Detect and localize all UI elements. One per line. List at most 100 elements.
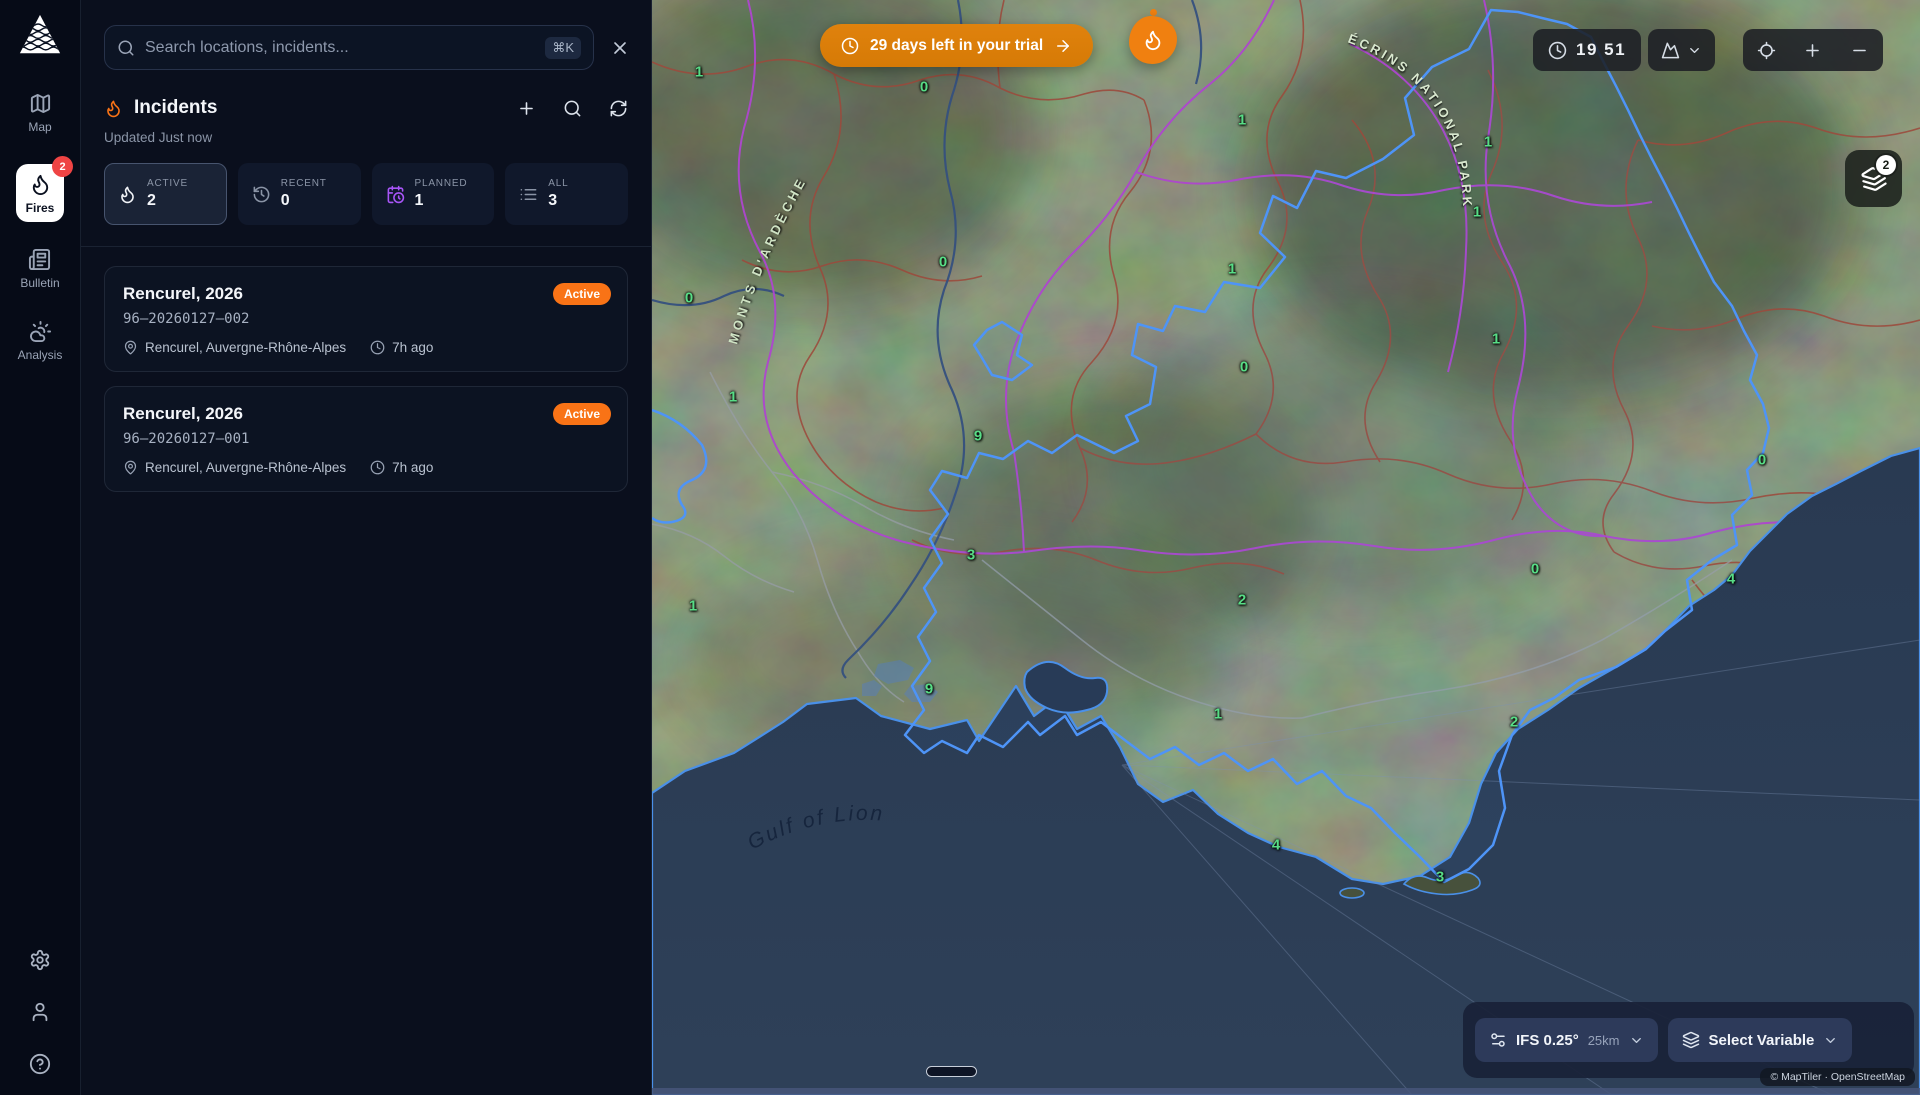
drag-handle[interactable]: [926, 1066, 977, 1077]
incident-list: Rencurel, 2026 96–20260127–002 Rencurel,…: [81, 247, 651, 511]
forecast-panel: IFS 0.25° 25km Select Variable: [1463, 1002, 1914, 1078]
map-zoom-controls: [1743, 29, 1883, 71]
tab-planned[interactable]: PLANNED 1: [372, 163, 495, 225]
filter-count: 2: [147, 192, 188, 210]
search-icon: [117, 39, 135, 57]
map-cluster-marker[interactable]: 3: [1436, 869, 1444, 886]
mountain-icon: [1661, 41, 1680, 60]
map-cluster-marker[interactable]: 4: [1727, 571, 1735, 588]
layers-button[interactable]: 2: [1845, 150, 1902, 207]
tab-active[interactable]: ACTIVE 2: [104, 163, 227, 225]
zoom-in-button[interactable]: [1796, 33, 1830, 67]
incident-time: 7h ago: [392, 460, 433, 475]
keyboard-shortcut: ⌘K: [545, 37, 581, 59]
nav-label: Analysis: [18, 348, 63, 362]
nav-label: Map: [28, 120, 51, 134]
map-cluster-marker[interactable]: 0: [920, 79, 928, 96]
map-style-selector[interactable]: [1648, 29, 1715, 71]
map-attribution[interactable]: © MapTiler · OpenStreetMap: [1760, 1068, 1915, 1086]
map-cluster-marker[interactable]: 1: [1473, 204, 1481, 221]
map-cluster-marker[interactable]: 3: [967, 547, 975, 564]
map-cluster-marker[interactable]: 0: [685, 290, 693, 307]
locate-button[interactable]: [1749, 33, 1783, 67]
map-cluster-marker[interactable]: 1: [689, 598, 697, 615]
map-cluster-marker[interactable]: 0: [939, 254, 947, 271]
app-logo[interactable]: [17, 12, 63, 58]
incident-card[interactable]: Rencurel, 2026 96–20260127–002 Rencurel,…: [104, 266, 628, 372]
map-cluster-marker[interactable]: 2: [1238, 592, 1246, 609]
incident-id: 96–20260127–002: [123, 311, 609, 327]
variable-label: Select Variable: [1709, 1032, 1815, 1049]
map-cluster-marker[interactable]: 1: [1228, 261, 1236, 278]
incident-id: 96–20260127–001: [123, 431, 609, 447]
map-cluster-marker[interactable]: 0: [1531, 561, 1539, 578]
filter-count: 1: [415, 192, 468, 210]
map-cluster-marker[interactable]: 4: [1272, 837, 1280, 854]
plus-icon: [1803, 41, 1822, 60]
zoom-out-button[interactable]: [1843, 33, 1877, 67]
map-icon: [29, 92, 52, 115]
chevron-down-icon: [1629, 1033, 1644, 1048]
search-box[interactable]: ⌘K: [104, 25, 594, 70]
filter-label: RECENT: [281, 178, 327, 189]
status-badge: Active: [553, 403, 611, 425]
minus-icon: [1850, 41, 1869, 60]
rail-bottom: [29, 949, 51, 1075]
layers-icon: [1682, 1031, 1700, 1049]
flame-icon: [118, 185, 137, 204]
sidebar-item-map[interactable]: Map: [28, 92, 51, 134]
time-value: 19 51: [1576, 40, 1626, 60]
variable-selector[interactable]: Select Variable: [1668, 1018, 1853, 1062]
incident-title: Rencurel, 2026: [123, 284, 609, 304]
calendar-clock-icon: [386, 185, 405, 204]
map-cluster-marker[interactable]: 1: [1238, 112, 1246, 129]
incident-card[interactable]: Rencurel, 2026 96–20260127–001 Rencurel,…: [104, 386, 628, 492]
search-input[interactable]: [145, 39, 535, 57]
map-cluster-marker[interactable]: 9: [974, 428, 982, 445]
newspaper-icon: [28, 248, 51, 271]
incident-time: 7h ago: [392, 340, 433, 355]
map-cluster-marker[interactable]: 1: [1484, 134, 1492, 151]
map-cluster-marker[interactable]: 0: [1758, 452, 1766, 469]
map-cluster-marker[interactable]: 1: [1214, 706, 1222, 723]
map-cluster-marker[interactable]: 0: [1240, 359, 1248, 376]
settings-icon[interactable]: [29, 949, 51, 971]
time-widget[interactable]: 19 51: [1533, 29, 1641, 71]
help-icon[interactable]: [29, 1053, 51, 1075]
model-selector[interactable]: IFS 0.25° 25km: [1475, 1018, 1658, 1062]
sidebar-item-fires[interactable]: 2 Fires: [16, 164, 64, 222]
clock-icon: [370, 340, 385, 355]
incident-title: Rencurel, 2026: [123, 404, 609, 424]
sidebar-item-analysis[interactable]: Analysis: [18, 320, 63, 362]
history-icon: [252, 185, 271, 204]
map-cluster-marker[interactable]: 2: [1510, 714, 1518, 731]
map-cluster-marker[interactable]: 1: [729, 389, 737, 406]
layers-badge: 2: [1876, 155, 1896, 175]
incident-location: Rencurel, Auvergne-Rhône-Alpes: [145, 460, 346, 475]
clock-icon: [841, 37, 859, 55]
cloud-sun-icon: [29, 320, 52, 343]
map-cluster-marker[interactable]: 1: [1492, 331, 1500, 348]
nav-label: Bulletin: [20, 276, 59, 290]
page-title: Incidents: [134, 97, 217, 119]
nav-rail: Map 2 Fires Bulletin Analysis: [0, 0, 81, 1095]
trial-banner[interactable]: 29 days left in your trial: [820, 24, 1093, 67]
map-canvas[interactable]: MONTS D'ARDÈCHE ÉCRINS NATIONAL PARK Gul…: [652, 0, 1920, 1095]
refresh-icon[interactable]: [609, 99, 628, 118]
user-icon[interactable]: [29, 1001, 51, 1023]
incident-filters: ACTIVE 2 RECENT 0 PLANNED 1 ALL 3: [104, 163, 628, 225]
tab-recent[interactable]: RECENT 0: [238, 163, 361, 225]
fires-badge: 2: [52, 156, 73, 177]
clock-icon: [1548, 41, 1567, 60]
add-incident-icon[interactable]: [517, 99, 536, 118]
sliders-icon: [1489, 1031, 1507, 1049]
map-cluster-marker[interactable]: 1: [695, 64, 703, 81]
tab-all[interactable]: ALL 3: [505, 163, 628, 225]
clock-icon: [370, 460, 385, 475]
close-icon[interactable]: [610, 38, 630, 58]
search-incidents-icon[interactable]: [563, 99, 582, 118]
list-icon: [519, 185, 538, 204]
map-cluster-marker[interactable]: 9: [925, 681, 933, 698]
filter-label: PLANNED: [415, 178, 468, 189]
sidebar-item-bulletin[interactable]: Bulletin: [20, 248, 59, 290]
